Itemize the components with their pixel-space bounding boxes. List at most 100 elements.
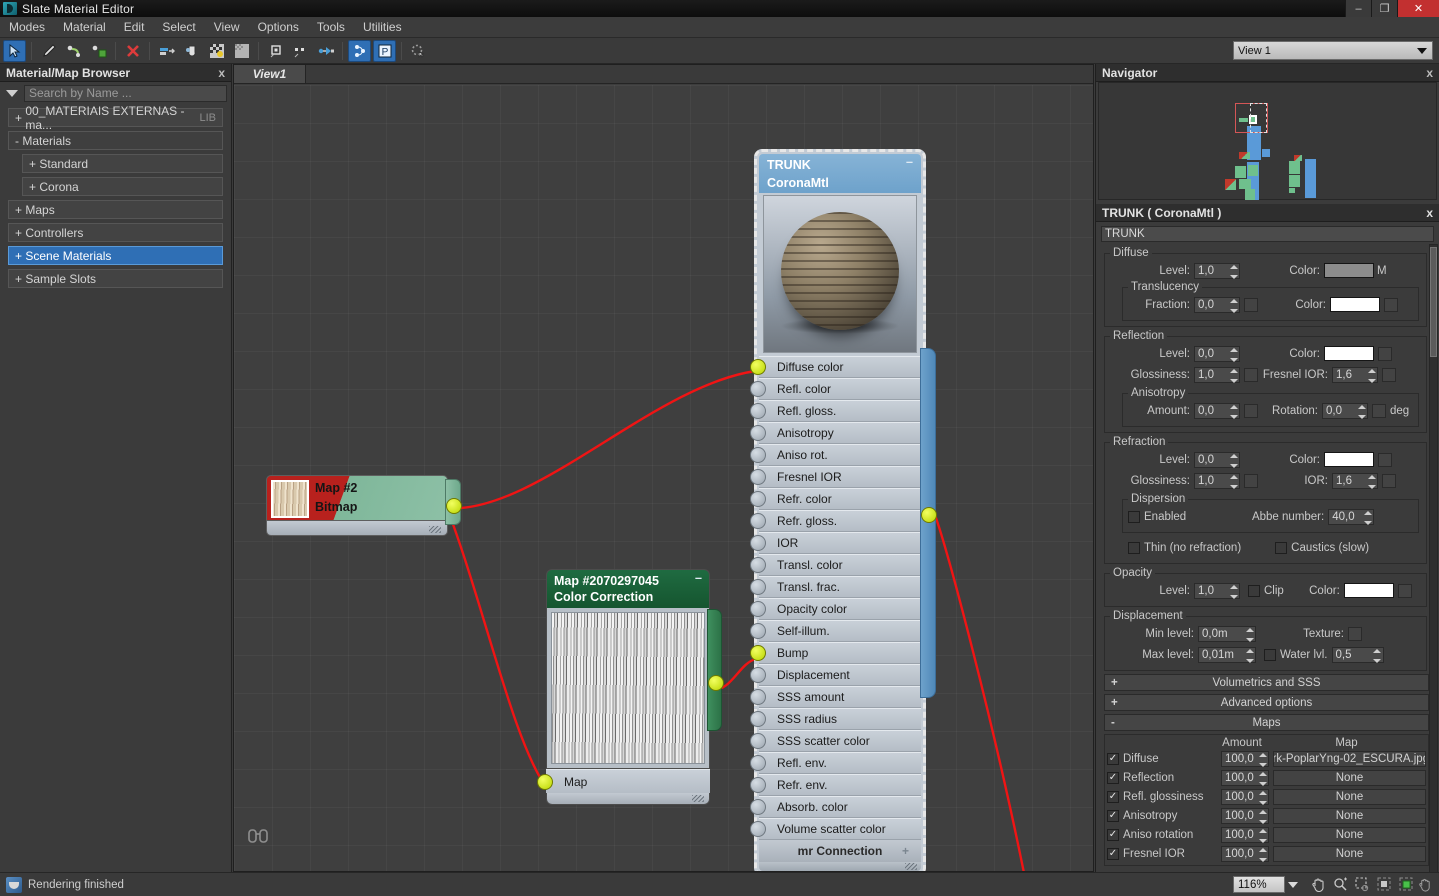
browser-item-standard[interactable]: + Standard <box>22 154 223 173</box>
expander-sign[interactable]: + <box>15 272 22 286</box>
slot-sss-radius[interactable]: SSS radius <box>750 708 921 730</box>
node-trunk[interactable]: – TRUNK CoronaMtl Diffuse color Refl. co… <box>750 149 937 871</box>
opacity-color-map-button[interactable] <box>1397 583 1412 598</box>
bitmap-output-port-icon[interactable] <box>446 498 462 514</box>
slot-transl-color[interactable]: Transl. color <box>750 554 921 576</box>
rollout-volumetrics-and-sss[interactable]: + Volumetrics and SSS <box>1104 674 1429 691</box>
maximize-button[interactable]: ❐ <box>1371 0 1397 17</box>
browser-item-sample-slots[interactable]: + Sample Slots <box>8 269 223 288</box>
spinner-arrows-icon[interactable] <box>1229 298 1238 313</box>
slot-sss-scatter-color[interactable]: SSS scatter color <box>750 730 921 752</box>
port-icon[interactable] <box>750 733 766 749</box>
map-slot-button[interactable]: None <box>1273 845 1426 862</box>
pan-view-button[interactable] <box>1418 875 1438 895</box>
zoom-extents-button[interactable] <box>1374 875 1394 895</box>
expander-sign[interactable]: - <box>15 134 19 148</box>
move-children-icon[interactable] <box>155 40 178 62</box>
pan-tool-button[interactable] <box>1308 875 1328 895</box>
expander-sign[interactable]: + <box>29 157 36 171</box>
spinner-arrows-icon[interactable] <box>1258 847 1267 862</box>
caustics-slow-checkbox[interactable] <box>1275 541 1288 554</box>
close-button[interactable]: ✕ <box>1397 0 1439 17</box>
spinner-arrows-icon[interactable] <box>1229 474 1238 489</box>
port-icon[interactable] <box>750 623 766 639</box>
node-color-correction[interactable]: – Map #2070297045 Color Correction Map <box>537 569 724 805</box>
map-enable-checkbox[interactable]: ✓ <box>1107 847 1119 860</box>
material-params-close-icon[interactable]: x <box>1426 206 1433 220</box>
refraction-glossiness-spinner[interactable]: 1,0 <box>1194 472 1240 489</box>
map-enable-checkbox[interactable]: ✓ <box>1107 828 1119 841</box>
anisotropy-amount-map-button[interactable] <box>1244 403 1258 418</box>
show-parameter-editor-icon[interactable]: P <box>373 39 396 62</box>
zoom-extents-selected-button[interactable] <box>1396 875 1416 895</box>
chevron-down-icon[interactable] <box>1288 882 1298 888</box>
delete-selected-icon[interactable] <box>121 40 144 62</box>
map-amount-spinner[interactable]: 100,0 <box>1221 769 1269 786</box>
rollout-advanced-options[interactable]: + Advanced options <box>1104 694 1429 711</box>
layout-children-icon[interactable] <box>264 40 287 62</box>
refraction-color-swatch[interactable] <box>1324 452 1374 467</box>
bitmap-node-header[interactable]: Map #2 Bitmap <box>266 475 448 521</box>
translucency-fraction-spinner[interactable]: 0,0 <box>1194 296 1240 313</box>
slot-refl-env[interactable]: Refl. env. <box>750 752 921 774</box>
spinner-arrows-icon[interactable] <box>1258 790 1267 805</box>
map-amount-spinner[interactable]: 100,0 <box>1221 845 1269 862</box>
browser-item-corona[interactable]: + Corona <box>22 177 223 196</box>
slot-transl-frac[interactable]: Transl. frac. <box>750 576 921 598</box>
browser-item-scene-materials[interactable]: + Scene Materials <box>8 246 223 265</box>
map-slot-button[interactable]: None <box>1273 769 1426 786</box>
rollout-maps[interactable]: - Maps <box>1104 714 1429 731</box>
port-icon[interactable] <box>750 711 766 727</box>
slot-bump[interactable]: Bump <box>750 642 921 664</box>
refraction-level-spinner[interactable]: 0,0 <box>1194 451 1240 468</box>
cc-output-port-icon[interactable] <box>708 675 724 691</box>
slot-fresnel-ior[interactable]: Fresnel IOR <box>750 466 921 488</box>
spinner-arrows-icon[interactable] <box>1229 264 1238 279</box>
menu-view[interactable]: View <box>205 18 249 36</box>
expander-sign[interactable]: + <box>15 203 22 217</box>
slot-volume-scatter-color[interactable]: Volume scatter color <box>750 818 921 840</box>
select-by-material-icon[interactable] <box>407 40 430 62</box>
refraction-color-map-button[interactable] <box>1378 452 1392 467</box>
spinner-arrows-icon[interactable] <box>1229 404 1238 419</box>
port-icon[interactable] <box>750 799 766 815</box>
port-icon[interactable] <box>750 513 766 529</box>
port-icon[interactable] <box>750 403 766 419</box>
material-name-input[interactable]: TRUNK <box>1101 226 1434 242</box>
collapse-icon[interactable]: – <box>695 572 702 585</box>
slot-refl-gloss[interactable]: Refl. gloss. <box>750 400 921 422</box>
slot-opacity-color[interactable]: Opacity color <box>750 598 921 620</box>
slot-refr-gloss[interactable]: Refr. gloss. <box>750 510 921 532</box>
trunk-output-strip[interactable] <box>920 348 937 698</box>
cc-output-strip[interactable] <box>707 609 724 731</box>
port-icon[interactable] <box>750 601 766 617</box>
browser-item-maps[interactable]: + Maps <box>8 200 223 219</box>
expander-sign[interactable]: + <box>15 249 22 263</box>
node-resize-grip[interactable] <box>759 862 921 871</box>
map-enable-checkbox[interactable]: ✓ <box>1107 790 1119 803</box>
menu-modes[interactable]: Modes <box>0 18 54 36</box>
spinner-arrows-icon[interactable] <box>1357 404 1366 419</box>
map-enable-checkbox[interactable]: ✓ <box>1107 752 1119 765</box>
water-level-spinner[interactable]: 0,5 <box>1331 646 1384 663</box>
spinner-arrows-icon[interactable] <box>1229 347 1238 362</box>
pick-material-from-object-icon[interactable] <box>37 40 60 62</box>
map-slot-button[interactable]: ark-PoplarYng-02_ESCURA.jpg) <box>1273 750 1426 767</box>
spinner-arrows-icon[interactable] <box>1229 453 1238 468</box>
mr-connection-rollout[interactable]: mr Connection + <box>759 840 921 862</box>
map-slot-button[interactable]: None <box>1273 788 1426 805</box>
expander-sign[interactable]: + <box>29 180 36 194</box>
port-icon[interactable] <box>750 667 766 683</box>
navigate-to-node-icon[interactable] <box>248 827 268 849</box>
port-icon[interactable] <box>750 535 766 551</box>
spinner-arrows-icon[interactable] <box>1258 809 1267 824</box>
cc-slot-map[interactable]: Map <box>537 769 710 793</box>
port-icon[interactable] <box>750 645 766 661</box>
port-icon[interactable] <box>750 381 766 397</box>
dispersion-enabled-checkbox[interactable] <box>1128 510 1140 523</box>
ior-map-button[interactable] <box>1382 473 1396 488</box>
zoom-tool-button[interactable] <box>1330 875 1350 895</box>
spinner-arrows-icon[interactable] <box>1363 510 1372 525</box>
browser-close-icon[interactable]: x <box>218 66 225 80</box>
ior-spinner[interactable]: 1,6 <box>1332 472 1378 489</box>
